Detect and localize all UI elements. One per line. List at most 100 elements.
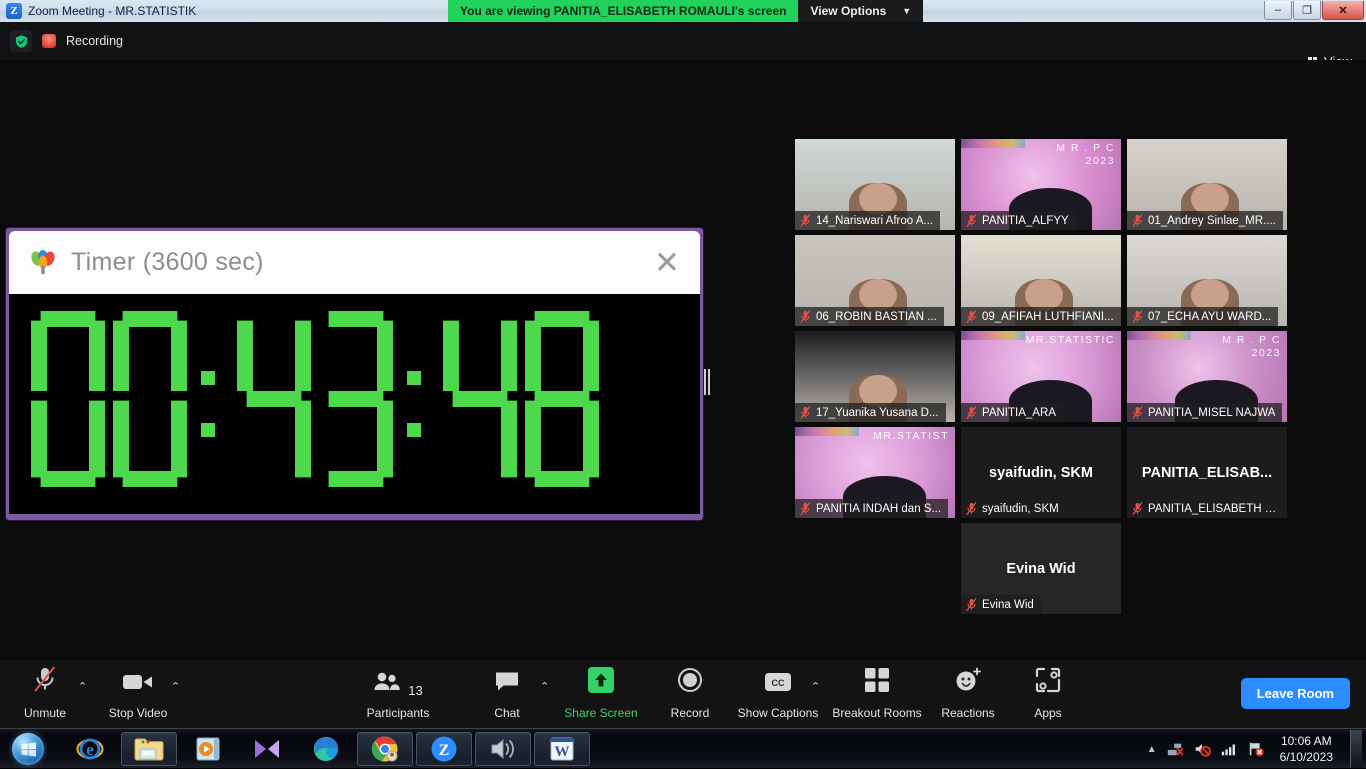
folder-icon (134, 736, 164, 762)
taskbar-item-zoom[interactable]: Z (416, 732, 472, 766)
timer-close-icon[interactable]: ✕ (654, 247, 684, 278)
movie-maker-icon (253, 737, 281, 761)
participant-display-name: PANITIA_ELISAB... (1141, 464, 1273, 481)
background-brand-text: M R . P C 2023 (1056, 142, 1115, 168)
participant-tile[interactable]: M R . P C 2023 PANITIA_ALFYY (961, 139, 1121, 230)
zoom-icon: Z (6, 3, 22, 19)
mic-muted-icon (1132, 310, 1143, 323)
mic-muted-icon (966, 310, 977, 323)
zoom-icon: Z (430, 735, 458, 763)
background-brand-text: M R . P C 2023 (1222, 334, 1281, 360)
control-chat[interactable]: Chat (459, 668, 555, 720)
chevron-up-icon[interactable]: ⌃ (171, 680, 180, 693)
participant-tile[interactable]: 14_Nariswari Afroo A... (795, 139, 955, 230)
timer-widget[interactable]: Timer (3600 sec) ✕ (6, 228, 710, 520)
windows-taskbar: e Z W ▲ 10:06 AM 6/10/2023 (0, 728, 1366, 768)
participant-tile[interactable]: 17_Yuanika Yusana D... (795, 331, 955, 422)
participant-count: 13 (408, 683, 423, 698)
closed-caption-icon: CC (763, 671, 793, 698)
taskbar-clock[interactable]: 10:06 AM 6/10/2023 (1274, 733, 1339, 765)
encryption-shield-icon[interactable] (10, 30, 32, 52)
share-screen-icon (588, 667, 614, 698)
participant-tile[interactable]: MR.STATIST PANITIA INDAH dan S... (795, 427, 955, 518)
control-bar-inner: Unmute ⌃ Stop Video ⌃ 13 Participants Chat ⌃ Sha… (0, 660, 1366, 728)
word-icon: W (549, 736, 575, 762)
taskbar-item-word[interactable]: W (534, 732, 590, 766)
network-error-icon[interactable] (1166, 740, 1184, 758)
chevron-up-icon[interactable]: ⌃ (811, 680, 820, 693)
system-tray: ▲ 10:06 AM 6/10/2023 (1147, 729, 1366, 769)
speaker-icon (489, 736, 517, 762)
timer-display (9, 294, 700, 514)
signal-bars-icon[interactable] (1220, 740, 1238, 758)
participant-tile[interactable]: MR.STATISTIC PANITIA_ARA (961, 331, 1121, 422)
recording-indicator[interactable]: Recording (10, 30, 123, 52)
view-options-button[interactable]: View Options ▼ (798, 0, 924, 22)
timer-title: Timer (3600 sec) (71, 248, 264, 276)
participant-name-bar: PANITIA_MISEL NAJWA (1127, 403, 1283, 422)
control-stop-video[interactable]: Stop Video (90, 668, 186, 720)
edge-icon (312, 735, 340, 763)
start-button[interactable] (2, 731, 54, 767)
participant-name: PANITIA INDAH dan S... (816, 502, 942, 515)
control-breakout-rooms[interactable]: Breakout Rooms (829, 668, 925, 720)
participant-tile[interactable]: 09_AFIFAH LUTHFIANI... (961, 235, 1121, 326)
participant-tile[interactable]: M R . P C 2023 PANITIA_MISEL NAJWA (1127, 331, 1287, 422)
participant-tile[interactable]: 07_ECHA AYU WARD... (1127, 235, 1287, 326)
control-apps[interactable]: Apps (1000, 667, 1096, 720)
minimize-button[interactable]: – (1264, 1, 1292, 20)
timer-app-logo-icon (31, 249, 55, 274)
timer-resize-handle[interactable] (702, 368, 711, 396)
windows-logo-icon (12, 733, 44, 765)
control-show-captions[interactable]: CC Show Captions (730, 668, 826, 720)
participant-tile[interactable]: 01_Andrey Sinlae_MR.... (1127, 139, 1287, 230)
control-label: Stop Video (108, 706, 168, 720)
chevron-up-icon[interactable]: ⌃ (78, 680, 87, 693)
control-label: Breakout Rooms (832, 706, 922, 720)
taskbar-item-movie-maker[interactable] (239, 732, 295, 766)
chrome-icon (371, 735, 399, 763)
video-camera-icon (122, 671, 154, 698)
participant-tile[interactable]: PANITIA_ELISAB... PANITIA_ELISABETH R... (1127, 427, 1287, 518)
svg-text:CC: CC (772, 678, 785, 688)
participant-name-bar: PANITIA INDAH dan S... (795, 499, 949, 518)
participant-tile[interactable]: Evina Wid Evina Wid (961, 523, 1121, 614)
control-participants[interactable]: 13 Participants (350, 668, 446, 720)
microphone-muted-icon (32, 665, 58, 698)
flag-error-icon[interactable] (1247, 740, 1265, 758)
close-button[interactable]: ✕ (1322, 1, 1364, 20)
volume-muted-icon[interactable] (1193, 740, 1211, 758)
window-title: Zoom Meeting - MR.STATISTIK (28, 4, 197, 18)
svg-text:Z: Z (439, 742, 450, 759)
taskbar-item-microsoft-edge[interactable] (298, 732, 354, 766)
control-label: Share Screen (564, 706, 638, 720)
taskbar-item-volume-app[interactable] (475, 732, 531, 766)
background-strip (961, 139, 1025, 148)
mic-muted-icon (1132, 502, 1143, 515)
taskbar-item-internet-explorer[interactable]: e (62, 732, 118, 766)
taskbar-item-google-chrome[interactable] (357, 732, 413, 766)
participant-tile[interactable]: 06_ROBIN BASTIAN ... (795, 235, 955, 326)
mic-muted-icon (800, 406, 811, 419)
control-share-screen[interactable]: Share Screen (553, 667, 649, 720)
participant-display-name: Evina Wid (1006, 560, 1076, 577)
mic-muted-icon (800, 214, 811, 227)
meeting-status-bar: Recording View (0, 22, 1366, 69)
control-label: Reactions (941, 706, 995, 720)
tile-row: 06_ROBIN BASTIAN ... 09_AFIFAH LUTHFIANI.… (795, 235, 1287, 326)
control-record[interactable]: Record (642, 668, 738, 720)
show-desktop-button[interactable] (1350, 730, 1362, 768)
seven-segment-clock (30, 311, 599, 487)
participant-name: syaifudin, SKM (982, 502, 1059, 515)
restore-button[interactable]: ❐ (1293, 1, 1321, 20)
leave-room-button[interactable]: Leave Room (1240, 678, 1350, 709)
participant-name: 01_Andrey Sinlae_MR.... (1148, 214, 1276, 227)
window-controls: – ❐ ✕ (1264, 1, 1364, 20)
taskbar-item-windows-explorer[interactable] (121, 732, 177, 766)
tray-expand-arrow-icon[interactable]: ▲ (1147, 744, 1157, 755)
chevron-up-icon[interactable]: ⌃ (540, 680, 549, 693)
taskbar-items: eZW (62, 732, 590, 766)
control-unmute[interactable]: Unmute (0, 665, 93, 720)
taskbar-item-media-player[interactable] (180, 732, 236, 766)
participant-tile[interactable]: syaifudin, SKM syaifudin, SKM (961, 427, 1121, 518)
